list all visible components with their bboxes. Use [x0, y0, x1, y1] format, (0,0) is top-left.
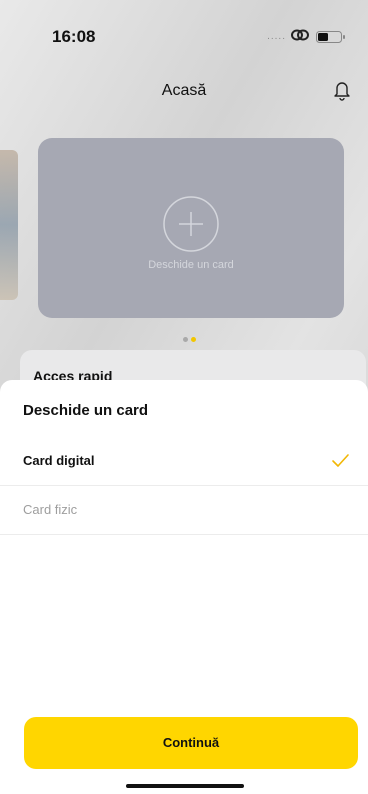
option-label: Card fizic: [23, 502, 78, 517]
carousel-pager: [183, 337, 203, 343]
status-bar: 16:08 .....: [0, 0, 368, 60]
plus-circle-icon: [163, 196, 219, 252]
bottom-sheet: Deschide un card Card digital Card fizic…: [0, 380, 368, 794]
pager-dot-active: [191, 337, 196, 342]
option-card-digital[interactable]: Card digital: [0, 437, 368, 486]
pager-dot: [183, 337, 188, 342]
sheet-title: Deschide un card: [23, 402, 149, 419]
open-card-tile[interactable]: Deschide un card: [38, 138, 344, 318]
continue-button-label: Continuă: [162, 735, 220, 750]
bell-icon[interactable]: [330, 78, 354, 102]
continue-button[interactable]: Continuă: [24, 717, 358, 769]
link-icon: [291, 29, 309, 41]
status-time: 16:08: [52, 27, 96, 46]
home-indicator[interactable]: [126, 784, 244, 788]
carousel-prev-card[interactable]: [0, 150, 18, 300]
checkmark-icon: [332, 454, 349, 467]
battery-icon: [316, 31, 345, 43]
open-card-tile-label: Deschide un card: [148, 259, 234, 271]
option-card-fizic[interactable]: Card fizic: [0, 486, 368, 535]
page-title: Acasă: [161, 82, 207, 99]
option-label: Card digital: [23, 453, 95, 468]
signal-dots: .....: [267, 31, 286, 42]
